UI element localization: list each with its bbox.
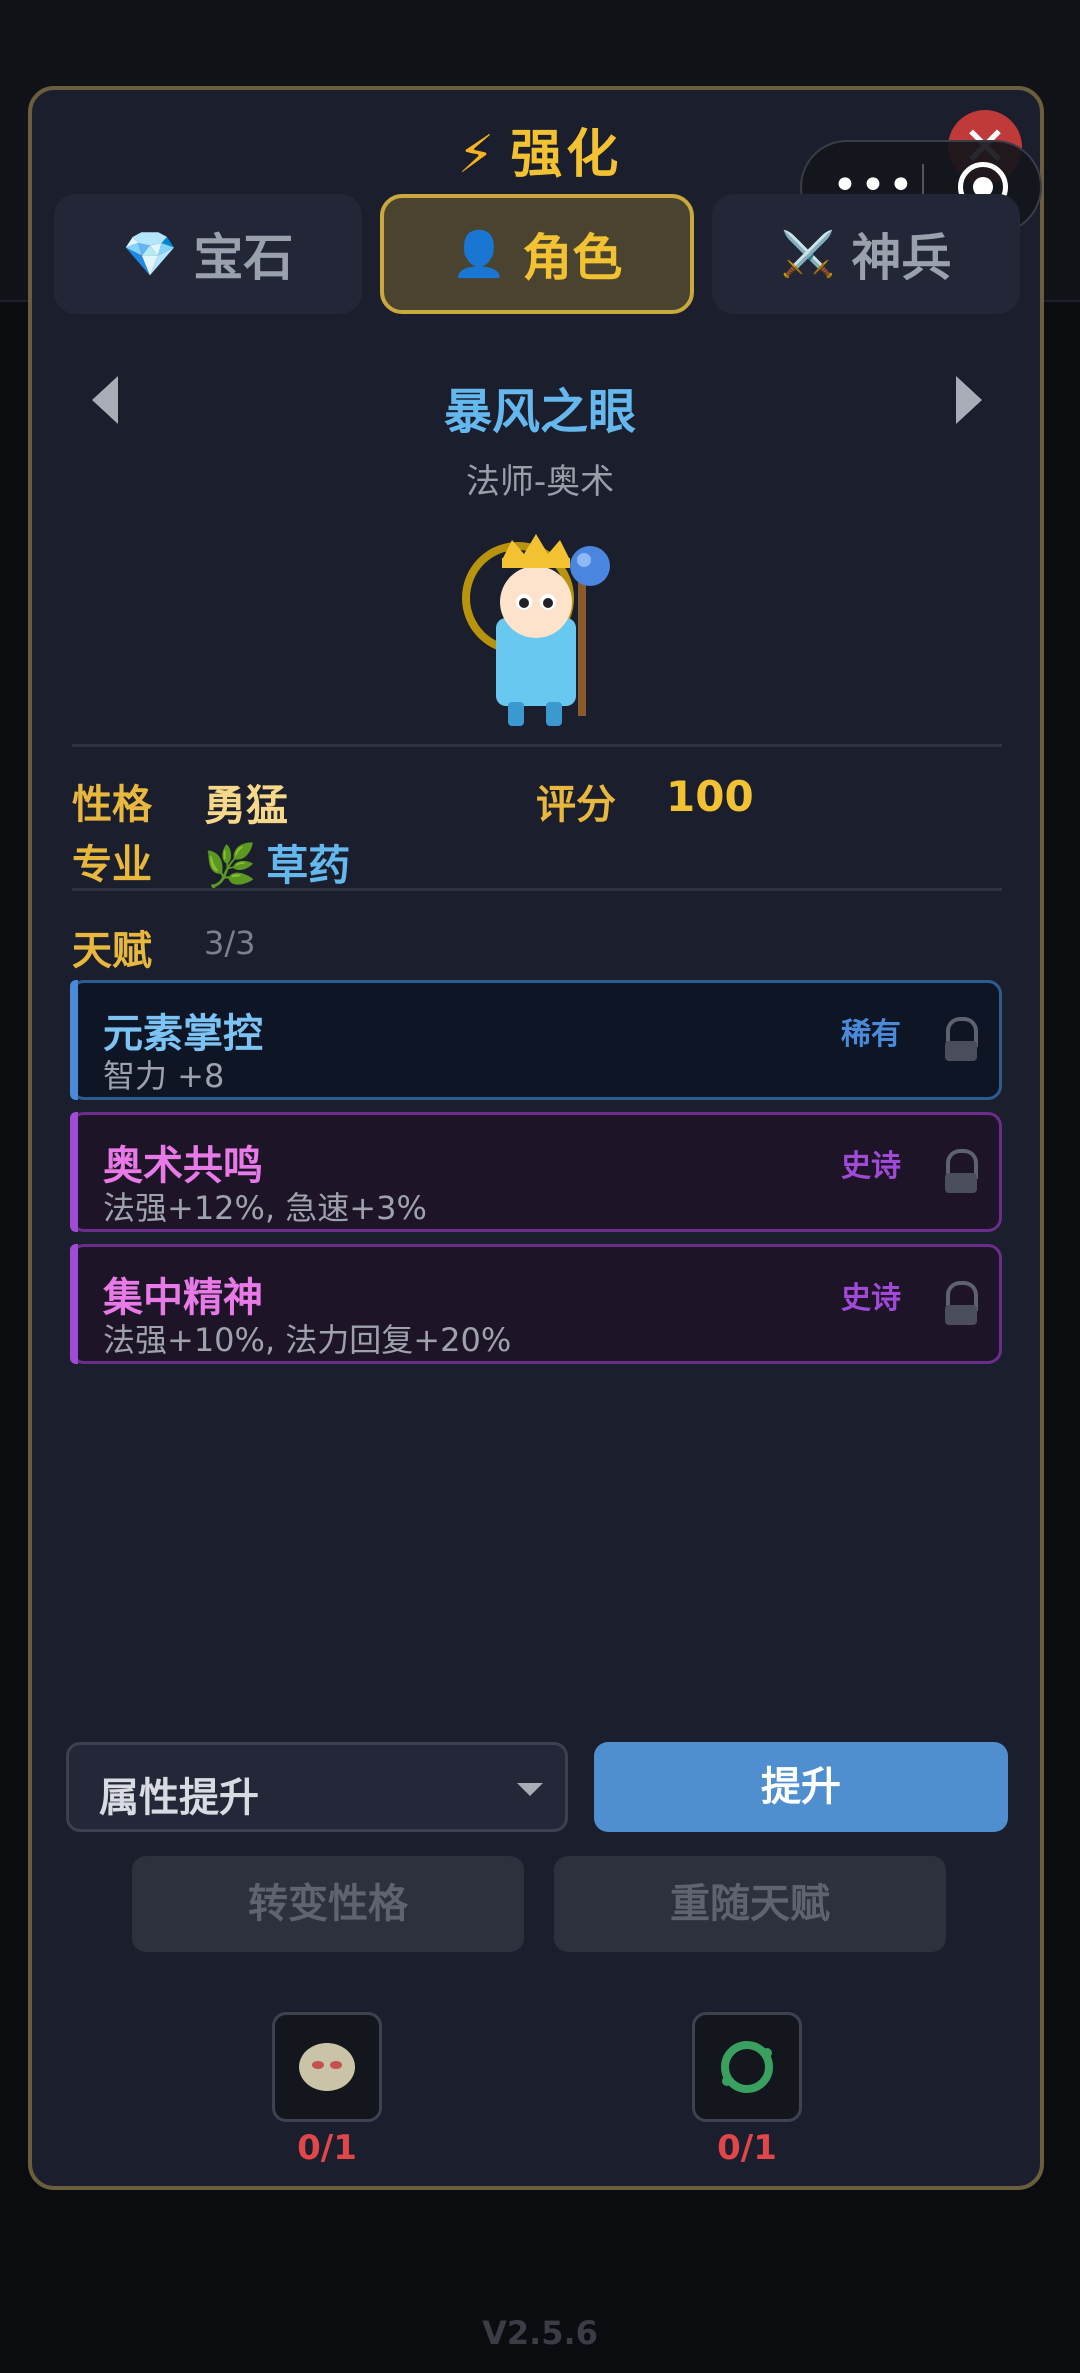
talent-rarity-bar	[70, 980, 78, 1100]
talent-desc: 法强+12%, 急速+3%	[103, 1189, 427, 1227]
talent-rarity-bar	[70, 1244, 78, 1364]
tab-character-label: 角色	[522, 229, 623, 287]
chevron-down-icon	[517, 1783, 543, 1796]
green-ring-item-icon	[721, 2041, 773, 2093]
herb-icon: 🌿	[204, 841, 257, 890]
tab-gem[interactable]: 💎 宝石	[54, 194, 362, 314]
item-count: 0/1	[297, 2128, 357, 2168]
tab-gem-label: 宝石	[193, 229, 294, 287]
panel-title-text: 强化	[510, 125, 623, 185]
person-icon: 👤	[451, 229, 507, 280]
version-label: V2.5.6	[482, 2314, 598, 2352]
gem-icon: 💎	[122, 229, 178, 280]
item-slot-egg[interactable]	[272, 2012, 382, 2122]
change-personality-button[interactable]: 转变性格	[132, 1856, 524, 1952]
upgrade-type-value: 属性提升	[99, 1775, 259, 1821]
tab-character[interactable]: 👤 角色	[380, 194, 694, 314]
talent-rarity: 史诗	[841, 1281, 901, 1316]
divider	[72, 744, 1002, 747]
lock-icon[interactable]	[945, 1017, 978, 1063]
talent-rarity-bar	[70, 1112, 78, 1232]
item-slot-ring[interactable]	[692, 2012, 802, 2122]
score-label: 评分	[536, 782, 616, 828]
lock-icon[interactable]	[945, 1149, 978, 1195]
upgrade-button[interactable]: 提升	[594, 1742, 1008, 1832]
reroll-talent-button[interactable]: 重随天赋	[554, 1856, 946, 1952]
talent-desc: 法强+10%, 法力回复+20%	[103, 1321, 512, 1359]
talent-card[interactable]: 奥术共鸣 法强+12%, 急速+3% 史诗	[70, 1112, 1002, 1232]
score-value: 100	[666, 772, 754, 821]
talent-card[interactable]: 元素掌控 智力 +8 稀有	[70, 980, 1002, 1100]
upgrade-type-select[interactable]: 属性提升	[66, 1742, 568, 1832]
talent-rarity: 稀有	[841, 1017, 901, 1052]
hero-name: 暴风之眼	[443, 384, 636, 440]
crossed-swords-icon: ⚔️	[780, 229, 836, 280]
profession-label: 专业	[72, 842, 152, 888]
egg-item-icon	[299, 2043, 355, 2091]
profession-value: 草药	[266, 841, 351, 890]
tab-weapon-label: 神兵	[851, 229, 952, 287]
personality-label: 性格	[72, 782, 152, 828]
personality-value: 勇猛	[204, 781, 289, 830]
talent-count: 3/3	[204, 924, 256, 962]
lock-icon[interactable]	[945, 1281, 978, 1327]
talent-label: 天赋	[72, 928, 152, 974]
item-count: 0/1	[717, 2128, 777, 2168]
divider	[72, 888, 1002, 891]
tab-weapon[interactable]: ⚔️ 神兵	[712, 194, 1020, 314]
hero-class: 法师-奥术	[465, 462, 615, 502]
hero-avatar	[462, 534, 610, 726]
profession-value-row: 🌿 草药	[204, 832, 350, 893]
talent-card[interactable]: 集中精神 法强+10%, 法力回复+20% 史诗	[70, 1244, 1002, 1364]
talent-rarity: 史诗	[841, 1149, 901, 1184]
talent-desc: 智力 +8	[103, 1057, 225, 1095]
lightning-icon: ⚡	[457, 125, 499, 185]
